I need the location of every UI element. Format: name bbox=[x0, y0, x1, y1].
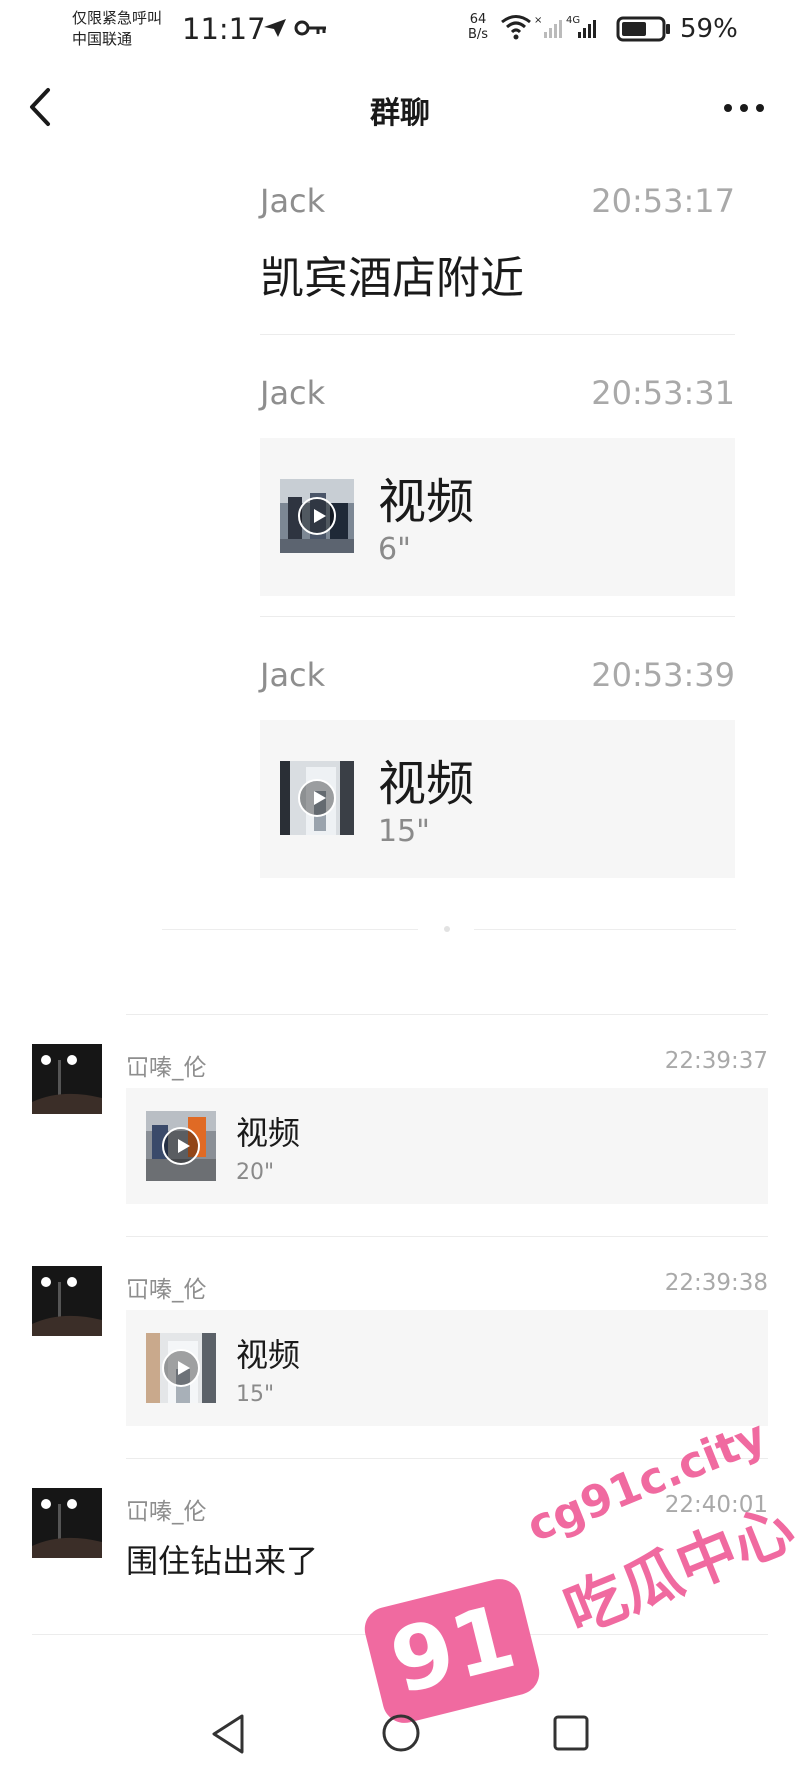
back-triangle-icon[interactable] bbox=[208, 1712, 248, 1756]
status-time: 11:17 bbox=[182, 12, 266, 46]
recents-square-icon[interactable] bbox=[552, 1714, 590, 1752]
forwarded-message-video: Jack 20:53:31 视频 6" bbox=[260, 374, 735, 596]
avatar[interactable] bbox=[32, 1044, 102, 1114]
divider bbox=[260, 616, 735, 617]
carrier-line-2: 中国联通 bbox=[72, 30, 133, 48]
play-icon bbox=[162, 1349, 200, 1387]
message-time: 20:53:17 bbox=[591, 182, 735, 220]
key-icon bbox=[294, 20, 326, 36]
video-label: 视频 bbox=[378, 474, 475, 530]
sender-name: 冚嗪_伦 bbox=[126, 1055, 207, 1081]
video-duration: 15" bbox=[378, 814, 430, 849]
message-time: 20:53:31 bbox=[591, 374, 735, 412]
message-time: 22:39:37 bbox=[664, 1048, 768, 1074]
location-arrow-icon bbox=[264, 19, 286, 37]
forwarded-message-text[interactable]: Jack 20:53:17 凯宾酒店附近 bbox=[260, 182, 735, 304]
signal-4g-icon: 4G bbox=[566, 15, 596, 38]
battery-icon bbox=[616, 16, 670, 42]
network-speed: 64 B/s bbox=[468, 12, 488, 42]
status-bar: 仅限紧急呼叫 中国联通 11:17 64 B/s × 4G 59% bbox=[0, 0, 800, 58]
video-duration: 6" bbox=[378, 532, 411, 567]
video-thumbnail bbox=[146, 1333, 216, 1403]
message-time: 22:39:38 bbox=[664, 1270, 768, 1296]
video-card[interactable]: 视频 15" bbox=[126, 1310, 768, 1426]
play-icon bbox=[298, 779, 336, 817]
sender-name: 冚嗪_伦 bbox=[126, 1499, 207, 1525]
play-icon bbox=[298, 497, 336, 535]
divider bbox=[260, 334, 735, 335]
sender-name: Jack bbox=[260, 656, 326, 694]
divider bbox=[126, 1236, 768, 1237]
home-circle-icon[interactable] bbox=[380, 1712, 422, 1754]
network-speed-unit: B/s bbox=[468, 27, 489, 42]
message-time: 20:53:39 bbox=[591, 656, 735, 694]
carrier-line-1: 仅限紧急呼叫 bbox=[72, 9, 163, 27]
svg-text:×: × bbox=[534, 15, 542, 26]
message-text: 凯宾酒店附近 bbox=[260, 253, 524, 304]
network-type-label: 4G bbox=[566, 15, 580, 26]
signal-no-sim-icon: × bbox=[534, 15, 562, 38]
page-title: 群聊 bbox=[370, 96, 430, 131]
video-card[interactable]: 视频 15" bbox=[260, 720, 735, 878]
avatar[interactable] bbox=[32, 1266, 102, 1336]
sender-name: 冚嗪_伦 bbox=[126, 1277, 207, 1303]
chat-record-video: 冚嗪_伦 22:39:38 视频 15" bbox=[0, 1266, 800, 1436]
video-thumbnail bbox=[280, 479, 354, 553]
divider bbox=[162, 929, 418, 930]
divider bbox=[126, 1014, 768, 1015]
carrier-info: 仅限紧急呼叫 中国联通 bbox=[72, 8, 162, 50]
message-text: 围住钻出来了 bbox=[126, 1542, 319, 1580]
sender-name: Jack bbox=[260, 182, 326, 220]
video-duration: 20" bbox=[236, 1160, 275, 1185]
separator-dot bbox=[444, 926, 450, 932]
forwarded-message-video: Jack 20:53:39 视频 15" bbox=[260, 656, 735, 878]
divider bbox=[474, 929, 736, 930]
video-label: 视频 bbox=[236, 1336, 301, 1374]
wifi-icon bbox=[501, 15, 531, 40]
avatar[interactable] bbox=[32, 1488, 102, 1558]
sender-name: Jack bbox=[260, 374, 326, 412]
video-card[interactable]: 视频 20" bbox=[126, 1088, 768, 1204]
more-options-button[interactable] bbox=[720, 88, 768, 128]
video-label: 视频 bbox=[378, 756, 475, 812]
chat-record-video: 冚嗪_伦 22:39:37 视频 20" bbox=[0, 1044, 800, 1214]
video-duration: 15" bbox=[236, 1382, 275, 1407]
network-speed-value: 64 bbox=[469, 12, 487, 27]
video-card[interactable]: 视频 6" bbox=[260, 438, 735, 596]
video-thumbnail bbox=[280, 761, 354, 835]
battery-percentage: 59% bbox=[680, 14, 738, 44]
video-thumbnail bbox=[146, 1111, 216, 1181]
play-icon bbox=[162, 1127, 200, 1165]
video-label: 视频 bbox=[236, 1114, 301, 1152]
system-nav-bar bbox=[0, 1690, 800, 1778]
nav-bar: 群聊 bbox=[0, 58, 800, 154]
